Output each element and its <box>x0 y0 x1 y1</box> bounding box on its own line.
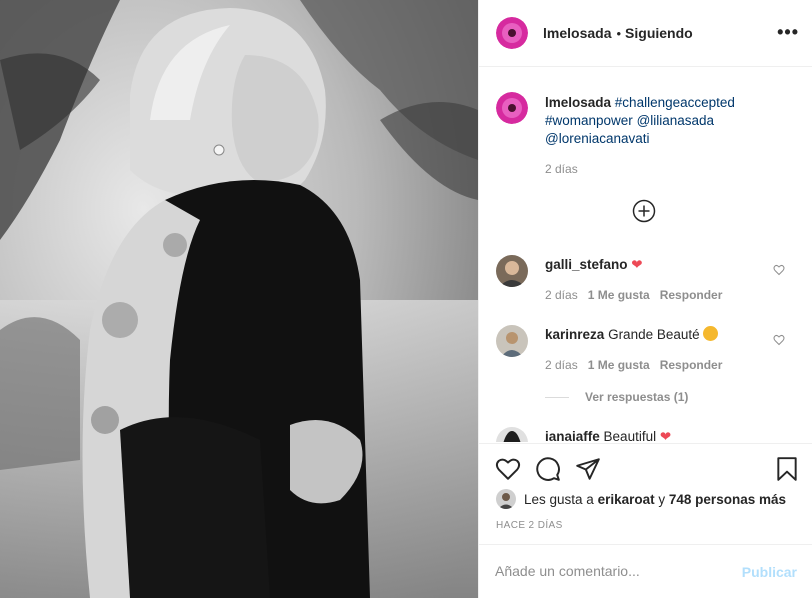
author-avatar[interactable] <box>496 17 528 49</box>
comment-meta: 2 días 1 Me gusta Responder <box>545 288 722 302</box>
hashtag-link[interactable]: #womanpower <box>545 113 633 128</box>
likes-joiner: y <box>658 491 666 507</box>
comment-icon[interactable] <box>535 456 561 482</box>
comments-list[interactable]: lmelosada #challengeaccepted #womanpower… <box>479 68 812 442</box>
caption-avatar[interactable] <box>496 92 528 124</box>
comment-input[interactable] <box>495 563 735 579</box>
comment-text: ianaiaffe Beautiful ❤ <box>545 428 671 442</box>
caption-text: lmelosada #challengeaccepted #womanpower… <box>545 94 795 148</box>
author-username[interactable]: lmelosada <box>543 25 611 41</box>
comment-text: galli_stefano ❤ <box>545 256 643 274</box>
add-circle-icon[interactable] <box>632 199 656 223</box>
comment-likes[interactable]: 1 Me gusta <box>588 358 650 372</box>
comment-meta: 2 días 1 Me gusta Responder <box>545 358 722 372</box>
kiss-face-emoji <box>703 326 719 341</box>
following-button[interactable]: Siguiendo <box>625 25 693 41</box>
heart-emoji: ❤ <box>631 257 643 272</box>
likes-summary: Les gusta a erikaroat y 748 personas más <box>496 489 786 509</box>
liker-username[interactable]: erikaroat <box>598 492 655 507</box>
likes-count[interactable]: 748 personas más <box>669 492 786 507</box>
action-bar <box>479 443 812 483</box>
more-options-icon[interactable]: ••• <box>777 22 799 43</box>
hashtag-link[interactable]: #challengeaccepted <box>615 95 735 110</box>
add-comment-bar: Publicar <box>479 544 812 598</box>
post-time[interactable]: HACE 2 DÍAS <box>496 520 563 531</box>
commenter-avatar[interactable] <box>496 325 528 357</box>
caption-username[interactable]: lmelosada <box>545 95 611 110</box>
heart-icon[interactable] <box>495 456 521 482</box>
bookmark-icon[interactable] <box>774 456 800 482</box>
liker-avatar[interactable] <box>496 489 516 509</box>
reply-button[interactable]: Responder <box>660 288 723 302</box>
comment-time[interactable]: 2 días <box>545 358 578 372</box>
reply-button[interactable]: Responder <box>660 358 723 372</box>
commenter-avatar[interactable] <box>496 427 528 442</box>
heart-emoji: ❤ <box>659 429 672 442</box>
mention-link[interactable]: @loreniacanavati <box>545 131 650 146</box>
comment-body: Grande Beauté <box>608 327 700 342</box>
comment-text: karinreza Grande Beauté <box>545 326 719 344</box>
likes-prefix: Les gusta a <box>524 491 594 507</box>
heart-icon[interactable] <box>773 264 785 276</box>
comment-time[interactable]: 2 días <box>545 288 578 302</box>
comment-likes[interactable]: 1 Me gusta <box>588 288 650 302</box>
portrait-image <box>0 0 478 598</box>
view-replies-label: Ver respuestas (1) <box>585 390 689 404</box>
replies-divider <box>545 396 569 398</box>
comment-username[interactable]: galli_stefano <box>545 257 628 272</box>
post-header: lmelosada • Siguiendo ••• <box>479 0 812 67</box>
post-details-panel: lmelosada • Siguiendo ••• lmelosada #cha… <box>478 0 812 598</box>
share-icon[interactable] <box>575 456 601 482</box>
commenter-avatar[interactable] <box>496 255 528 287</box>
caption-time[interactable]: 2 días <box>545 162 578 176</box>
comment-username[interactable]: karinreza <box>545 327 604 342</box>
publish-button[interactable]: Publicar <box>742 564 797 580</box>
heart-icon[interactable] <box>773 334 785 346</box>
comment-body: Beautiful <box>603 429 657 442</box>
post-photo[interactable] <box>0 0 478 598</box>
view-replies-button[interactable]: Ver respuestas (1) <box>545 390 688 404</box>
mention-link[interactable]: @lilianasada <box>637 113 715 128</box>
comment-username[interactable]: ianaiaffe <box>545 429 600 442</box>
separator-dot: • <box>616 25 622 41</box>
